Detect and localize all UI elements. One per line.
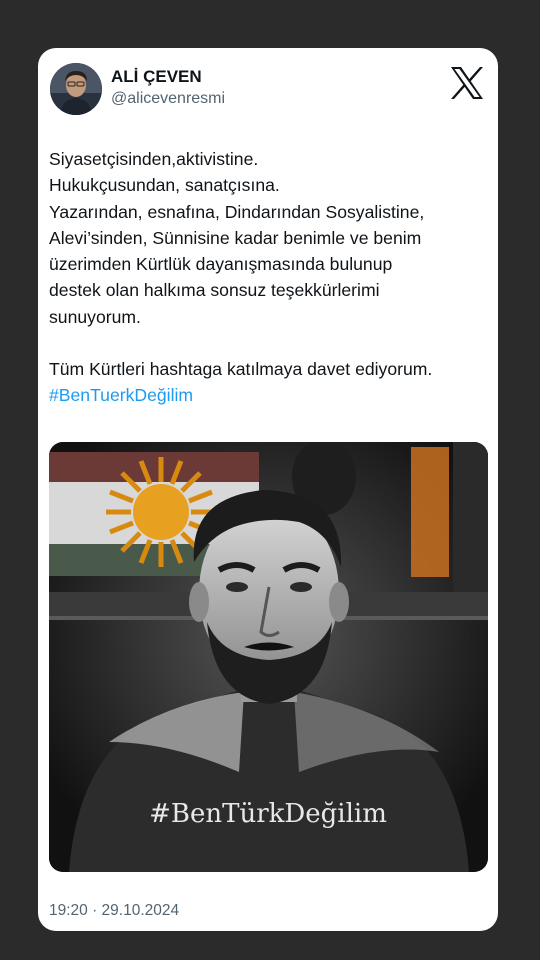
tweet-line: Hukukçusundan, sanatçısına. — [49, 175, 280, 196]
portrait-image: #BenTürkDeğilim — [49, 442, 488, 872]
tweet-media-image[interactable]: #BenTürkDeğilim — [49, 442, 488, 872]
avatar[interactable] — [50, 63, 102, 115]
tweet-line: sunuyorum. — [49, 306, 141, 327]
author-display-name[interactable]: ALİ ÇEVEN — [111, 67, 202, 87]
tweet-card: ALİ ÇEVEN @alicevenresmi Siyasetçisinden… — [38, 48, 498, 931]
author-handle[interactable]: @alicevenresmi — [111, 90, 225, 108]
tweet-line: Yazarından, esnafına, Dindarından Sosyal… — [49, 201, 425, 222]
avatar-image — [50, 63, 102, 115]
hashtag-link[interactable]: #BenTuerkDeğilim — [49, 385, 193, 405]
media-overlay-text: #BenTürkDeğilim — [149, 799, 387, 829]
tweet-line: destek olan halkıma sonsuz teşekkürlerim… — [49, 280, 380, 301]
tweet-invite: Tüm Kürtleri hashtaga katılmaya davet ed… — [49, 359, 433, 380]
tweet-line: Alevi’sinden, Sünnisine kadar benimle ve… — [49, 227, 422, 248]
x-logo-icon[interactable] — [449, 65, 485, 101]
tweet-line: üzerimden Kürtlük dayanışmasında bulunup — [49, 254, 393, 275]
tweet-line: Siyasetçisinden,aktivistine. — [49, 149, 259, 169]
tweet-timestamp[interactable]: 19:20 · 29.10.2024 — [49, 902, 179, 920]
tweet-text: Siyasetçisinden,aktivistine. Hukukçusund… — [49, 146, 494, 409]
